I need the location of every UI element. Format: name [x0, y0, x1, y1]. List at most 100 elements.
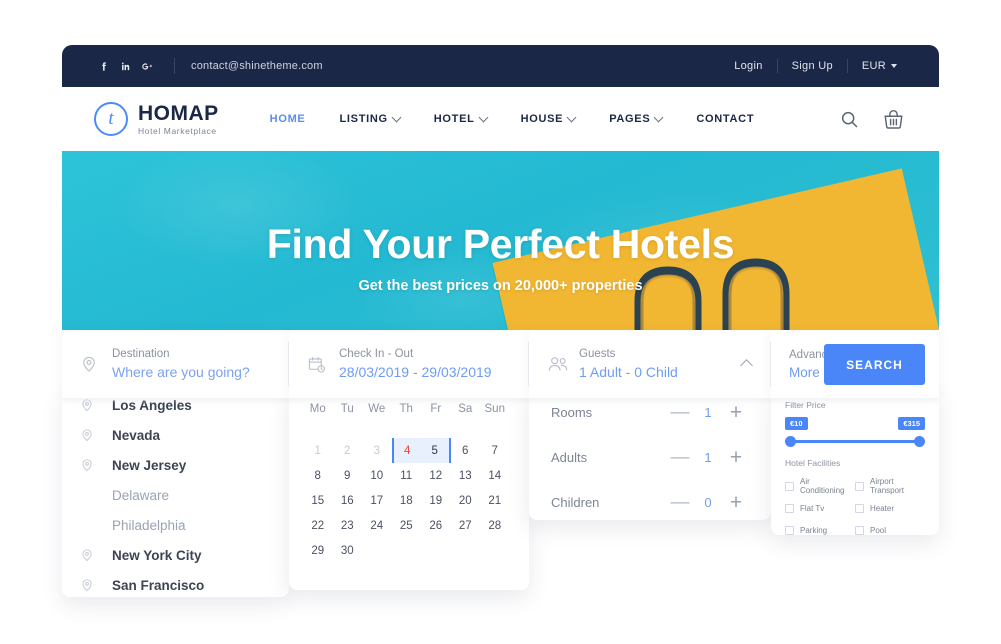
facility-pool[interactable]: Pool: [855, 519, 925, 535]
calendar-day[interactable]: 28: [480, 513, 510, 538]
location-pin-icon: [80, 355, 112, 373]
calendar-day-checkin[interactable]: 4: [391, 438, 421, 463]
checkbox-icon[interactable]: [855, 525, 864, 535]
decrement-children-button[interactable]: —: [667, 490, 693, 516]
nav-item-house[interactable]: HOUSE: [504, 112, 593, 125]
checkbox-icon[interactable]: [785, 525, 794, 535]
calendar-day[interactable]: 20: [451, 488, 481, 513]
search-button[interactable]: SEARCH: [824, 344, 925, 385]
nav-item-home[interactable]: HOME: [253, 113, 323, 125]
calendar-day[interactable]: 24: [362, 513, 392, 538]
checkbox-icon[interactable]: [785, 481, 794, 491]
calendar-day[interactable]: 13: [451, 463, 481, 488]
guests-row-label: Rooms: [551, 405, 593, 420]
contact-email[interactable]: contact@shinetheme.com: [191, 60, 323, 72]
calendar-day[interactable]: 10: [362, 463, 392, 488]
calendar-day[interactable]: 26: [421, 513, 451, 538]
decrement-rooms-button[interactable]: —: [667, 400, 693, 426]
calendar-day[interactable]: 14: [480, 463, 510, 488]
checkbox-icon[interactable]: [855, 481, 864, 491]
facebook-icon[interactable]: [92, 55, 114, 77]
calendar-day[interactable]: 25: [392, 513, 422, 538]
calendar-day[interactable]: 21: [480, 488, 510, 513]
increment-children-button[interactable]: +: [723, 490, 749, 516]
calendar-day[interactable]: 15: [303, 488, 333, 513]
price-slider-min-handle[interactable]: [785, 436, 796, 447]
calendar-day[interactable]: 12: [421, 463, 451, 488]
search-icon[interactable]: [839, 109, 860, 130]
destination-option-philadelphia[interactable]: Philadelphia: [62, 510, 289, 540]
calendar-day[interactable]: 1: [303, 438, 333, 463]
guests-field[interactable]: Guests 1 Adult - 0 Child: [529, 330, 771, 398]
calendar-day[interactable]: 18: [392, 488, 422, 513]
calendar-day[interactable]: 8: [303, 463, 333, 488]
calendar-day[interactable]: 16: [333, 488, 363, 513]
checkin-checkout-field[interactable]: Check In - Out 28/03/2019 - 29/03/2019: [289, 330, 529, 398]
destination-option-new-york-city[interactable]: New York City: [62, 540, 289, 570]
basket-icon[interactable]: [882, 108, 905, 131]
calendar-day-checkout[interactable]: 5: [421, 438, 451, 463]
decrement-adults-button[interactable]: —: [667, 445, 693, 471]
destination-option-delaware[interactable]: Delaware: [62, 480, 289, 510]
nav-item-listing[interactable]: LISTING: [322, 112, 416, 125]
checkbox-icon[interactable]: [785, 503, 794, 513]
nav-item-contact[interactable]: CONTACT: [679, 113, 771, 125]
calendar-day[interactable]: 7: [480, 438, 510, 463]
facility-flat-tv[interactable]: Flat Tv: [785, 497, 855, 519]
destination-option-san-francisco[interactable]: San Francisco: [62, 570, 289, 597]
destination-field[interactable]: Destination Where are you going?: [62, 330, 289, 398]
googleplus-icon[interactable]: [136, 55, 158, 77]
guests-row-children: Children — 0 +: [529, 480, 771, 520]
price-range-slider[interactable]: [785, 435, 925, 449]
destination-option-nevada[interactable]: Nevada: [62, 420, 289, 450]
calendar-day[interactable]: 30: [333, 538, 363, 563]
calendar-day[interactable]: 29: [303, 538, 333, 563]
advance-filter-content: Filter Price €10 €315 Hotel Facilities A…: [771, 390, 939, 535]
guests-stepper-adults: — 1 +: [667, 445, 749, 471]
price-slider-max-handle[interactable]: [914, 436, 925, 447]
guests-dropdown: Rooms — 1 + Adults — 1 + Children — 0 +: [529, 390, 771, 520]
nav-item-hotel[interactable]: HOTEL: [417, 112, 504, 125]
currency-selector[interactable]: EUR: [848, 60, 911, 72]
calendar-day[interactable]: 11: [392, 463, 422, 488]
calendar-day[interactable]: 22: [303, 513, 333, 538]
calendar-week-row: 8 9 10 11 12 13 14: [303, 463, 515, 488]
dates-value[interactable]: 28/03/2019 - 29/03/2019: [339, 364, 492, 380]
calendar-day[interactable]: 17: [362, 488, 392, 513]
weekday-tu: Tu: [340, 403, 354, 415]
logo-subtitle: Hotel Marketplace: [138, 125, 217, 136]
facility-air-conditioning[interactable]: Air Conditioning: [785, 475, 855, 497]
filter-price-title: Filter Price: [785, 400, 826, 410]
logo-title: HOMAP: [138, 101, 219, 125]
topbar-left-group: contact@shinetheme.com: [62, 55, 323, 77]
currency-value: EUR: [861, 60, 886, 72]
destination-label: Destination: [112, 348, 170, 360]
calendar-day[interactable]: 23: [333, 513, 363, 538]
logo-text: HOMAP Hotel Marketplace: [138, 103, 219, 136]
facility-parking[interactable]: Parking: [785, 519, 855, 535]
calendar-day[interactable]: 27: [451, 513, 481, 538]
nav-item-pages[interactable]: PAGES: [592, 112, 679, 125]
weekday-th: Th: [399, 403, 413, 415]
facility-label: Air Conditioning: [800, 477, 845, 495]
calendar-day[interactable]: 3: [362, 438, 392, 463]
facility-airport-transport[interactable]: Airport Transport: [855, 475, 925, 497]
chevron-up-icon[interactable]: [740, 359, 753, 372]
calendar-day[interactable]: 2: [333, 438, 363, 463]
login-link[interactable]: Login: [720, 60, 776, 72]
calendar-day[interactable]: 9: [333, 463, 363, 488]
increment-adults-button[interactable]: +: [723, 445, 749, 471]
increment-rooms-button[interactable]: +: [723, 400, 749, 426]
signup-link[interactable]: Sign Up: [778, 60, 847, 72]
guests-value[interactable]: 1 Adult - 0 Child: [579, 364, 678, 380]
destination-input[interactable]: Where are you going?: [112, 364, 250, 380]
logo[interactable]: t HOMAP Hotel Marketplace: [62, 102, 219, 136]
facility-heater[interactable]: Heater: [855, 497, 925, 519]
calendar-day[interactable]: 19: [421, 488, 451, 513]
calendar-day[interactable]: 6: [451, 438, 481, 463]
destination-option-new-jersey[interactable]: New Jersey: [62, 450, 289, 480]
logo-letter: t: [108, 108, 114, 129]
linkedin-icon[interactable]: [114, 55, 136, 77]
checkbox-icon[interactable]: [855, 503, 864, 513]
destination-field-text: Destination Where are you going?: [112, 348, 250, 380]
